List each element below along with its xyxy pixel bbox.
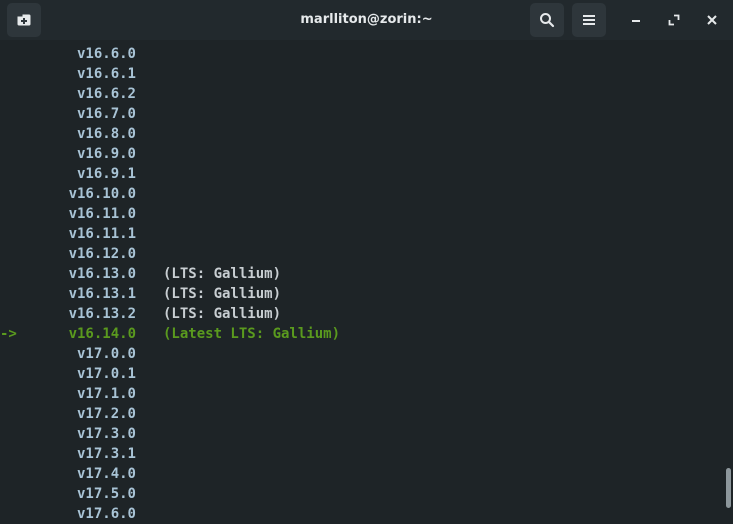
- terminal-output[interactable]: v16.6.0 v16.6.1 v16.6.2 v16.7.0 v16.8.0 v16.9…: [0, 40, 733, 524]
- terminal-line: v17.0.1: [0, 364, 733, 384]
- version-label: v16.10.0: [68, 186, 136, 202]
- terminal-line: v16.9.0: [0, 144, 733, 164]
- terminal-line: v17.1.0: [0, 384, 733, 404]
- search-icon: [539, 12, 555, 28]
- version-label: v16.6.0: [76, 46, 136, 62]
- version-label: v17.3.1: [76, 446, 136, 462]
- version-label: v17.1.0: [76, 386, 136, 402]
- terminal-line: v17.0.0: [0, 344, 733, 364]
- terminal-line: v17.6.0: [0, 504, 733, 524]
- version-label: v16.9.1: [76, 166, 136, 182]
- version-label: v17.4.0: [76, 466, 136, 482]
- terminal-line: v16.13.2 (LTS: Gallium): [0, 304, 733, 324]
- current-version-marker: ->: [0, 326, 17, 342]
- header-bar: marlliton@zorin:~: [0, 0, 733, 40]
- terminal-line: v17.4.0: [0, 464, 733, 484]
- maximize-button[interactable]: [659, 3, 689, 37]
- terminal-line: v16.11.0: [0, 204, 733, 224]
- version-label: v17.0.0: [76, 346, 136, 362]
- terminal-line: -> v16.14.0 (Latest LTS: Gallium): [0, 324, 733, 344]
- version-label: v17.3.0: [76, 426, 136, 442]
- version-label: v17.0.1: [76, 366, 136, 382]
- close-button[interactable]: [697, 3, 727, 37]
- terminal-line: v16.6.1: [0, 64, 733, 84]
- terminal-line: v16.13.0 (LTS: Gallium): [0, 264, 733, 284]
- terminal-line: v17.3.1: [0, 444, 733, 464]
- scrollbar-thumb[interactable]: [726, 468, 731, 508]
- terminal-window: marlliton@zorin:~ v16.6.0 v16.6.1 v16.6.…: [0, 0, 733, 524]
- version-label: v16.11.1: [68, 226, 136, 242]
- version-label: v16.14.0: [68, 326, 136, 342]
- terminal-line: v16.9.1: [0, 164, 733, 184]
- terminal-line: v17.5.0: [0, 484, 733, 504]
- terminal-line: v16.6.0: [0, 44, 733, 64]
- terminal-line: v16.8.0: [0, 124, 733, 144]
- version-label: v17.6.0: [76, 506, 136, 522]
- lts-note: (LTS: Gallium): [163, 286, 282, 302]
- version-label: v16.6.1: [76, 66, 136, 82]
- minimize-icon: [630, 14, 642, 26]
- version-label: v16.11.0: [68, 206, 136, 222]
- lts-note: (LTS: Gallium): [163, 266, 282, 282]
- terminal-line: v16.13.1 (LTS: Gallium): [0, 284, 733, 304]
- version-label: v17.5.0: [76, 486, 136, 502]
- lts-note: (LTS: Gallium): [163, 306, 282, 322]
- search-button[interactable]: [530, 3, 564, 37]
- version-label: v16.8.0: [76, 126, 136, 142]
- version-label: v16.12.0: [68, 246, 136, 262]
- hamburger-menu-icon: [582, 13, 596, 27]
- terminal-line: v16.12.0: [0, 244, 733, 264]
- terminal-line: v16.11.1: [0, 224, 733, 244]
- terminal-line: v16.10.0: [0, 184, 733, 204]
- menu-button[interactable]: [572, 3, 606, 37]
- close-icon: [706, 14, 718, 26]
- version-label: v16.6.2: [76, 86, 136, 102]
- scrollbar[interactable]: [723, 40, 733, 524]
- version-label: v16.13.1: [68, 286, 136, 302]
- version-label: v16.13.2: [68, 306, 136, 322]
- version-label: v16.9.0: [76, 146, 136, 162]
- version-label: v16.13.0: [68, 266, 136, 282]
- minimize-button[interactable]: [621, 3, 651, 37]
- version-label: v17.2.0: [76, 406, 136, 422]
- terminal-line: v17.2.0: [0, 404, 733, 424]
- terminal-line: v16.6.2: [0, 84, 733, 104]
- version-label: v16.7.0: [76, 106, 136, 122]
- lts-note: (Latest LTS: Gallium): [163, 326, 341, 342]
- new-tab-button[interactable]: [7, 3, 41, 37]
- new-tab-icon: [16, 12, 32, 28]
- maximize-icon: [668, 14, 680, 26]
- terminal-line: v16.7.0: [0, 104, 733, 124]
- terminal-line: v17.3.0: [0, 424, 733, 444]
